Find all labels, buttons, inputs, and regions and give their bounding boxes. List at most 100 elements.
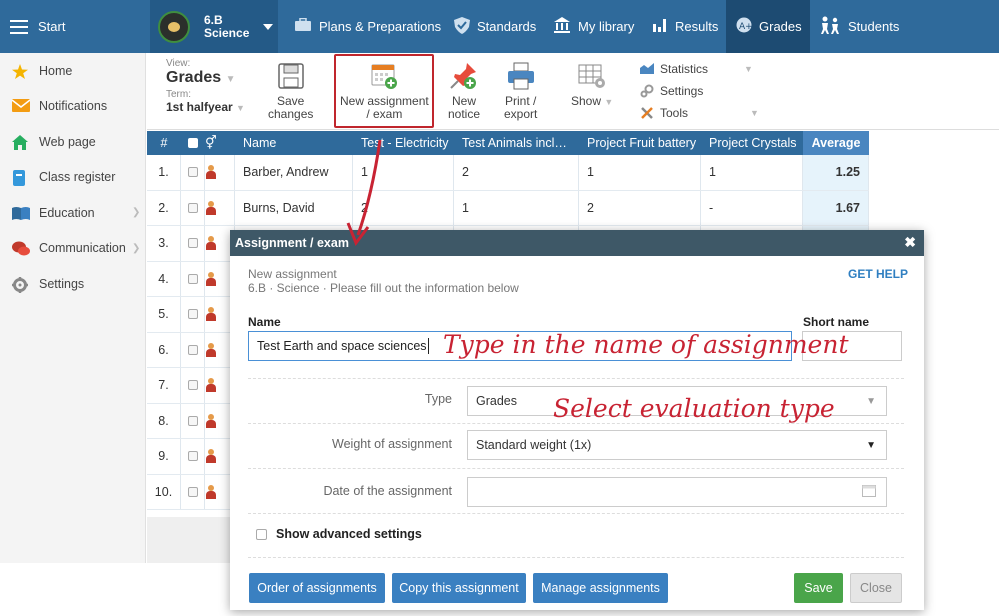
nav-plans-label: Plans & Preparations: [319, 19, 442, 34]
row-number: 3.: [147, 226, 181, 261]
tools-menu[interactable]: Tools ▼: [640, 102, 759, 124]
nav-grades[interactable]: A+ Grades: [726, 0, 810, 53]
close-button[interactable]: Close: [850, 573, 902, 603]
row-checkbox[interactable]: [181, 261, 205, 296]
col-project-crystals[interactable]: Project Crystals: [701, 131, 803, 155]
nav-standards[interactable]: Standards: [454, 0, 536, 53]
grade-cell[interactable]: 1: [579, 155, 701, 190]
col-average[interactable]: Average: [803, 131, 869, 155]
grade-cell[interactable]: 1: [701, 155, 803, 190]
close-icon[interactable]: ✖: [904, 234, 916, 251]
row-checkbox[interactable]: [181, 190, 205, 225]
person-icon: [205, 449, 217, 464]
view-value: Grades: [166, 69, 222, 86]
view-selector[interactable]: View: Grades ▼ Term: 1st halfyear ▼: [166, 58, 245, 114]
grade-cell[interactable]: 2: [579, 190, 701, 225]
row-checkbox[interactable]: [181, 297, 205, 332]
chevron-down-icon: ▼: [744, 64, 753, 74]
col-test-animals[interactable]: Test Animals incl…: [454, 131, 579, 155]
show-label: Show: [571, 94, 602, 108]
print-export-button[interactable]: Print / export: [504, 61, 537, 121]
register-book-icon: [12, 170, 30, 187]
advanced-settings-label[interactable]: Show advanced settings: [276, 527, 422, 541]
row-checkbox[interactable]: [181, 332, 205, 367]
highlight-frame: [334, 54, 434, 128]
pin-add-icon: [450, 63, 477, 89]
row-checkbox[interactable]: [181, 403, 205, 438]
get-help-link[interactable]: GET HELP: [848, 267, 908, 281]
type-label: Type: [424, 392, 452, 406]
sidebar-item-settings[interactable]: Settings: [0, 266, 145, 302]
hamburger-icon: [10, 19, 28, 34]
grade-cell[interactable]: 2: [454, 155, 579, 190]
person-icon: [205, 484, 217, 499]
sidebar-item-label: Settings: [39, 276, 85, 291]
student-icon: [205, 155, 235, 190]
gears-icon: [640, 84, 654, 98]
save-label-2: changes: [268, 107, 314, 121]
divider: [248, 513, 904, 514]
person-icon: [205, 342, 217, 357]
date-input[interactable]: [467, 477, 887, 507]
row-checkbox[interactable]: [181, 226, 205, 261]
statistics-menu[interactable]: Statistics ▼: [640, 58, 759, 80]
save-button[interactable]: Save: [794, 573, 843, 603]
chevron-down-icon: ▼: [225, 74, 236, 85]
row-checkbox[interactable]: [181, 474, 205, 509]
weight-value: Standard weight (1x): [476, 438, 592, 452]
table-row[interactable]: 2. Burns, David 2 1 2-1.67: [147, 190, 869, 226]
row-number: 10.: [147, 474, 181, 509]
student-icon: [205, 190, 235, 225]
open-book-icon: [12, 206, 30, 220]
copy-assignment-button[interactable]: Copy this assignment: [392, 573, 526, 603]
grade-cell[interactable]: -: [701, 190, 803, 225]
student-name[interactable]: Barber, Andrew: [235, 155, 353, 190]
short-name-label: Short name: [803, 315, 870, 329]
annotation-arrow: [346, 139, 382, 247]
dialog-subtitle: New assignment: [248, 267, 337, 281]
term-value[interactable]: 1st halfyear: [166, 100, 233, 114]
row-number: 7.: [147, 368, 181, 403]
new-notice-button[interactable]: New notice: [448, 61, 480, 121]
row-checkbox[interactable]: [181, 155, 205, 190]
order-assignments-button[interactable]: Order of assignments: [249, 573, 385, 603]
sidebar-item-class-register[interactable]: Class register: [0, 160, 145, 196]
save-changes-button[interactable]: Save changes: [268, 61, 313, 121]
calendar-icon[interactable]: [862, 484, 876, 500]
nav-students[interactable]: Students: [819, 0, 899, 53]
annotation-name-hint: Type in the name of assignment: [443, 330, 849, 359]
manage-assignments-button[interactable]: Manage assignments: [533, 573, 668, 603]
nav-plans[interactable]: Plans & Preparations: [294, 0, 441, 53]
col-project-fruit-battery[interactable]: Project Fruit battery: [579, 131, 701, 155]
class-selector[interactable]: 6.B Science: [150, 0, 278, 53]
row-number: 2.: [147, 190, 181, 225]
sidebar-item-communication[interactable]: Communication ❯: [0, 231, 145, 267]
row-number: 8.: [147, 403, 181, 438]
grade-cell[interactable]: 1: [454, 190, 579, 225]
divider: [248, 468, 904, 469]
row-checkbox[interactable]: [181, 368, 205, 403]
floppy-disk-icon: [277, 63, 304, 89]
select-all-checkbox[interactable]: [181, 131, 205, 155]
nav-library-label: My library: [578, 19, 635, 34]
row-checkbox[interactable]: [181, 439, 205, 474]
sidebar-item-webpage[interactable]: Web page: [0, 124, 145, 160]
gear-icon: [12, 276, 30, 293]
weight-select[interactable]: Standard weight (1x) ▼: [467, 430, 887, 460]
annotation-type-hint: Select evaluation type: [553, 394, 835, 423]
sidebar-item-notifications[interactable]: Notifications: [0, 89, 145, 125]
student-name[interactable]: Burns, David: [235, 190, 353, 225]
start-menu[interactable]: Start: [0, 0, 148, 53]
nav-library[interactable]: My library: [553, 0, 634, 53]
settings-menu[interactable]: Settings: [640, 80, 759, 102]
col-name[interactable]: Name: [235, 131, 353, 155]
advanced-settings-checkbox[interactable]: [256, 529, 267, 540]
table-row[interactable]: 1. Barber, Andrew 1 2 1 1 1.25: [147, 155, 869, 191]
statistics-label: Statistics: [660, 62, 709, 76]
average-cell: 1.67: [803, 190, 869, 225]
sidebar-item-home[interactable]: Home: [0, 53, 145, 89]
show-button[interactable]: Show ▼: [571, 61, 613, 109]
row-number: 1.: [147, 155, 181, 190]
sidebar-item-education[interactable]: Education ❯: [0, 195, 145, 231]
nav-results[interactable]: Results: [652, 0, 718, 53]
